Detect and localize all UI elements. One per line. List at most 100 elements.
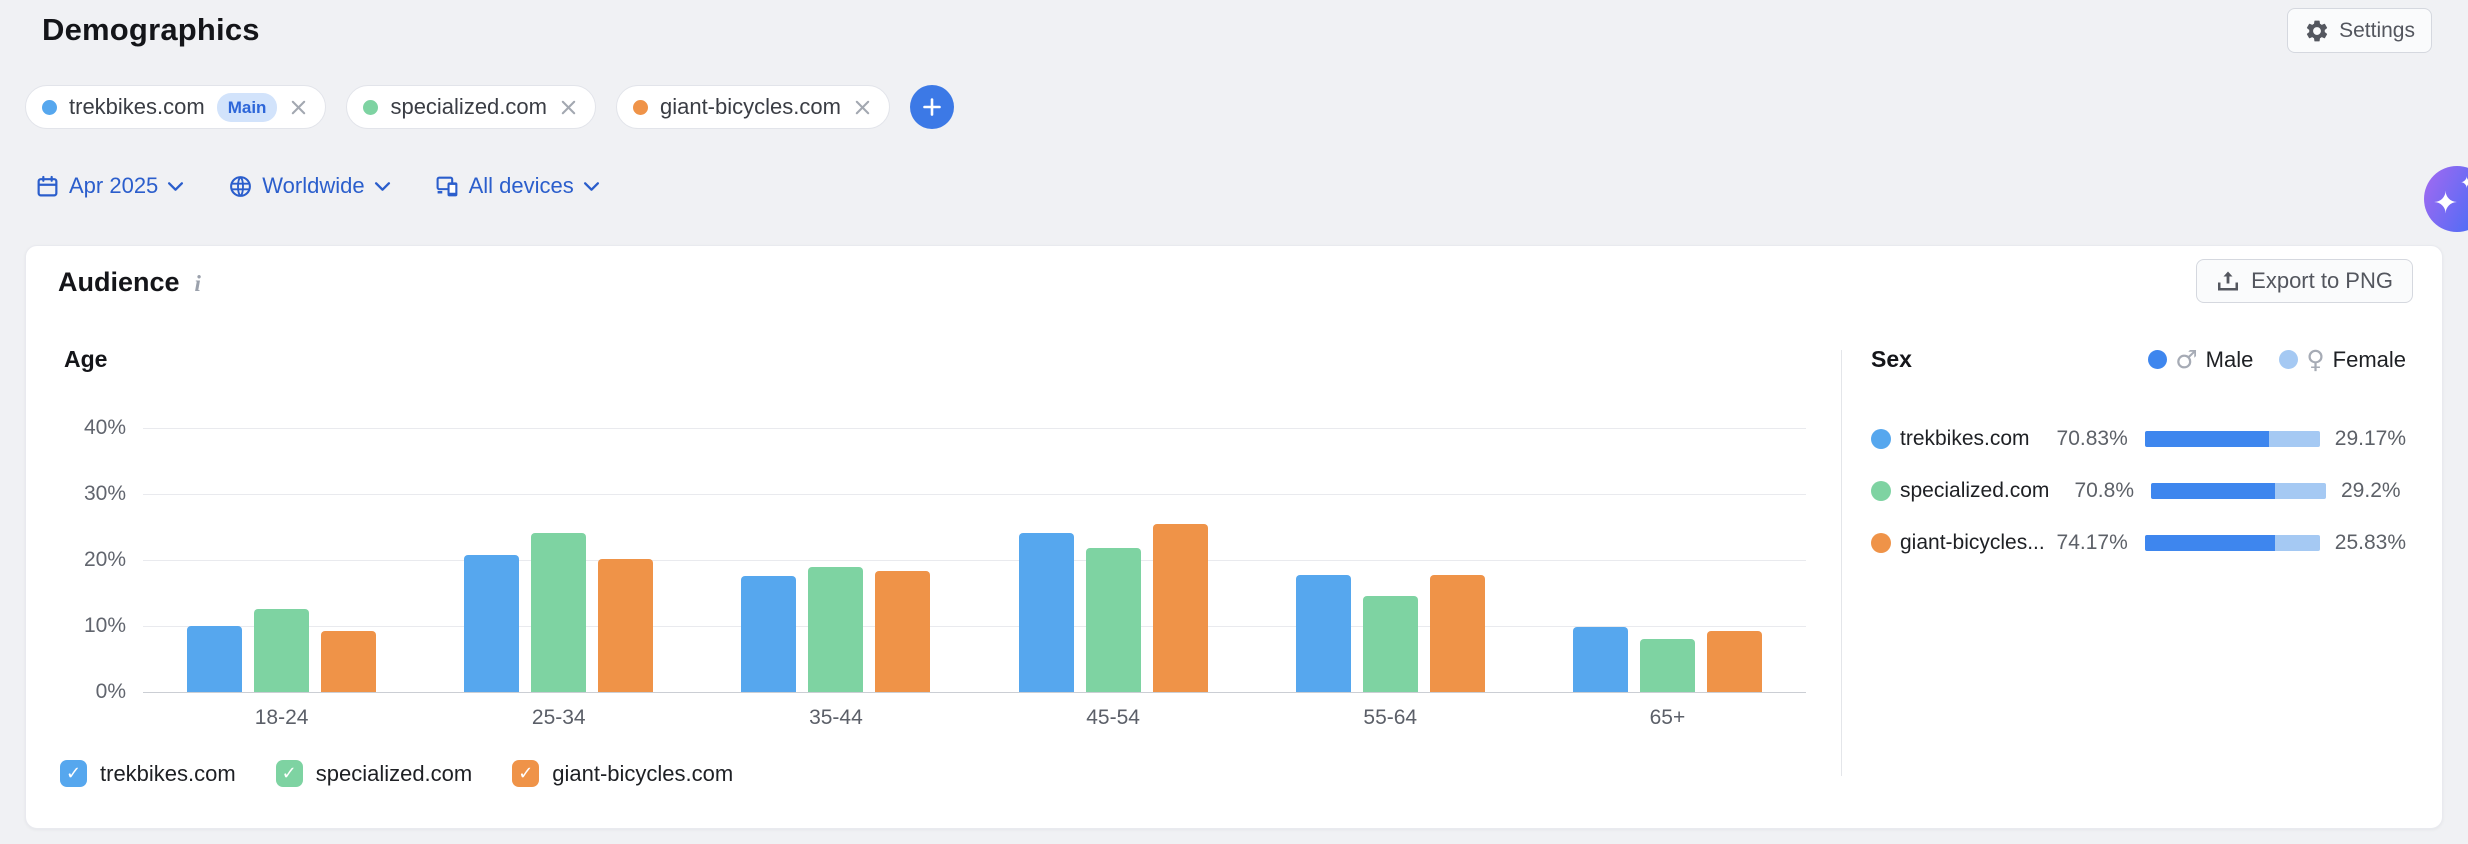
globe-icon bbox=[228, 174, 253, 199]
chip-trekbikes[interactable]: trekbikes.com Main bbox=[25, 85, 326, 129]
legend-item-trekbikes[interactable]: trekbikes.com bbox=[60, 760, 236, 787]
close-icon[interactable] bbox=[853, 98, 872, 117]
sex-row-label: trekbikes.com bbox=[1900, 427, 2046, 451]
age-group-18-24 bbox=[143, 428, 420, 692]
x-axis-label: 65+ bbox=[1529, 706, 1806, 730]
sex-ratio-bar bbox=[2145, 431, 2320, 447]
female-bar-segment bbox=[2275, 535, 2320, 551]
devices-icon bbox=[435, 174, 460, 199]
female-label: Female bbox=[2333, 347, 2406, 373]
y-tick-label: 20% bbox=[84, 548, 126, 572]
x-axis-label: 55-64 bbox=[1252, 706, 1529, 730]
settings-label: Settings bbox=[2339, 19, 2415, 43]
age-bar-giant-bicycles.com-65+ bbox=[1707, 631, 1762, 692]
date-filter-label: Apr 2025 bbox=[69, 173, 158, 199]
domain-chips: trekbikes.com Main specialized.com giant… bbox=[25, 85, 954, 129]
checkbox-checked-icon[interactable] bbox=[276, 760, 303, 787]
age-section-title: Age bbox=[64, 346, 107, 373]
male-label: Male bbox=[2206, 347, 2254, 373]
domain-color-dot bbox=[1871, 533, 1891, 553]
checkbox-checked-icon[interactable] bbox=[60, 760, 87, 787]
chip-giant-bicycles[interactable]: giant-bicycles.com bbox=[616, 85, 890, 129]
domain-color-dot bbox=[1871, 429, 1891, 449]
age-group-65+ bbox=[1529, 428, 1806, 692]
y-tick-label: 0% bbox=[96, 680, 126, 704]
sex-row-specialized: specialized.com 70.8% 29.2% bbox=[1871, 465, 2406, 517]
age-bar-giant-bicycles.com-45-54 bbox=[1153, 524, 1208, 692]
sex-section-title: Sex bbox=[1871, 346, 1912, 373]
plus-icon bbox=[921, 96, 943, 118]
age-bar-specialized.com-45-54 bbox=[1086, 548, 1141, 692]
sex-row-label: specialized.com bbox=[1900, 479, 2050, 503]
checkbox-checked-icon[interactable] bbox=[512, 760, 539, 787]
x-axis-label: 45-54 bbox=[975, 706, 1252, 730]
chip-dot bbox=[633, 100, 648, 115]
add-competitor-button[interactable] bbox=[910, 85, 954, 129]
page-title: Demographics bbox=[42, 12, 260, 48]
y-tick-label: 10% bbox=[84, 614, 126, 638]
age-bar-giant-bicycles.com-18-24 bbox=[321, 631, 376, 692]
age-bar-trekbikes.com-65+ bbox=[1573, 627, 1628, 692]
male-bar-segment bbox=[2145, 535, 2275, 551]
export-label: Export to PNG bbox=[2251, 268, 2393, 294]
filter-bar: Apr 2025 Worldwide All devices bbox=[35, 173, 600, 199]
female-bar-segment bbox=[2269, 431, 2320, 447]
age-bar-trekbikes.com-45-54 bbox=[1019, 533, 1074, 692]
domain-color-dot bbox=[1871, 481, 1891, 501]
info-icon[interactable]: i bbox=[195, 271, 201, 297]
male-bar-segment bbox=[2151, 483, 2275, 499]
legend-label: giant-bicycles.com bbox=[552, 761, 733, 787]
export-to-png-button[interactable]: Export to PNG bbox=[2196, 259, 2413, 303]
export-icon bbox=[2216, 269, 2240, 293]
chip-dot bbox=[363, 100, 378, 115]
female-color-dot bbox=[2279, 350, 2298, 369]
sex-ratio-bar bbox=[2145, 535, 2320, 551]
age-bar-giant-bicycles.com-35-44 bbox=[875, 571, 930, 692]
age-chart-legend: trekbikes.com specialized.com giant-bicy… bbox=[60, 760, 733, 787]
age-bar-trekbikes.com-35-44 bbox=[741, 576, 796, 692]
female-percent-value: 29.2% bbox=[2341, 479, 2401, 503]
age-group-45-54 bbox=[975, 428, 1252, 692]
main-badge: Main bbox=[217, 93, 278, 122]
age-bar-specialized.com-35-44 bbox=[808, 567, 863, 692]
devices-filter-dropdown[interactable]: All devices bbox=[435, 173, 600, 199]
sparkle-icon: ✦ bbox=[2433, 189, 2458, 219]
date-filter-dropdown[interactable]: Apr 2025 bbox=[35, 173, 184, 199]
female-percent-value: 29.17% bbox=[2335, 427, 2406, 451]
age-bar-giant-bicycles.com-25-34 bbox=[598, 559, 653, 692]
sparkle-icon: ✦ bbox=[2460, 176, 2468, 192]
region-filter-dropdown[interactable]: Worldwide bbox=[228, 173, 390, 199]
close-icon[interactable] bbox=[559, 98, 578, 117]
gear-icon bbox=[2304, 18, 2330, 44]
female-icon: ♀ bbox=[2306, 347, 2324, 372]
age-x-axis-labels: 18-2425-3435-4445-5455-6465+ bbox=[143, 706, 1806, 730]
age-group-25-34 bbox=[420, 428, 697, 692]
close-icon[interactable] bbox=[289, 98, 308, 117]
male-percent-value: 70.8% bbox=[2050, 479, 2134, 503]
settings-button[interactable]: Settings bbox=[2287, 8, 2432, 53]
chip-label: specialized.com bbox=[390, 94, 547, 120]
female-bar-segment bbox=[2275, 483, 2326, 499]
legend-item-giant-bicycles[interactable]: giant-bicycles.com bbox=[512, 760, 733, 787]
legend-item-specialized[interactable]: specialized.com bbox=[276, 760, 473, 787]
devices-filter-label: All devices bbox=[469, 173, 574, 199]
ai-assistant-button[interactable]: ✦ ✦ bbox=[2424, 166, 2468, 232]
age-group-55-64 bbox=[1252, 428, 1529, 692]
sex-row-giant-bicycles: giant-bicycles... 74.17% 25.83% bbox=[1871, 517, 2406, 569]
sex-rows: trekbikes.com 70.83% 29.17% specialized.… bbox=[1871, 413, 2406, 569]
female-percent-value: 25.83% bbox=[2335, 531, 2406, 555]
x-axis-line: 0% bbox=[143, 692, 1806, 693]
chip-dot bbox=[42, 100, 57, 115]
age-bar-specialized.com-65+ bbox=[1640, 639, 1695, 693]
sex-legend-male: ♂ Male bbox=[2148, 347, 2253, 373]
male-bar-segment bbox=[2145, 431, 2269, 447]
chip-specialized[interactable]: specialized.com bbox=[346, 85, 596, 129]
region-filter-label: Worldwide bbox=[262, 173, 364, 199]
age-bar-trekbikes.com-25-34 bbox=[464, 555, 519, 692]
calendar-icon bbox=[35, 174, 60, 199]
age-bar-specialized.com-25-34 bbox=[531, 533, 586, 692]
age-bar-trekbikes.com-18-24 bbox=[187, 626, 242, 692]
age-bar-groups bbox=[143, 428, 1806, 692]
age-chart-plot: 40% 30% 20% 10% 0% bbox=[143, 428, 1806, 692]
age-bar-specialized.com-18-24 bbox=[254, 609, 309, 692]
